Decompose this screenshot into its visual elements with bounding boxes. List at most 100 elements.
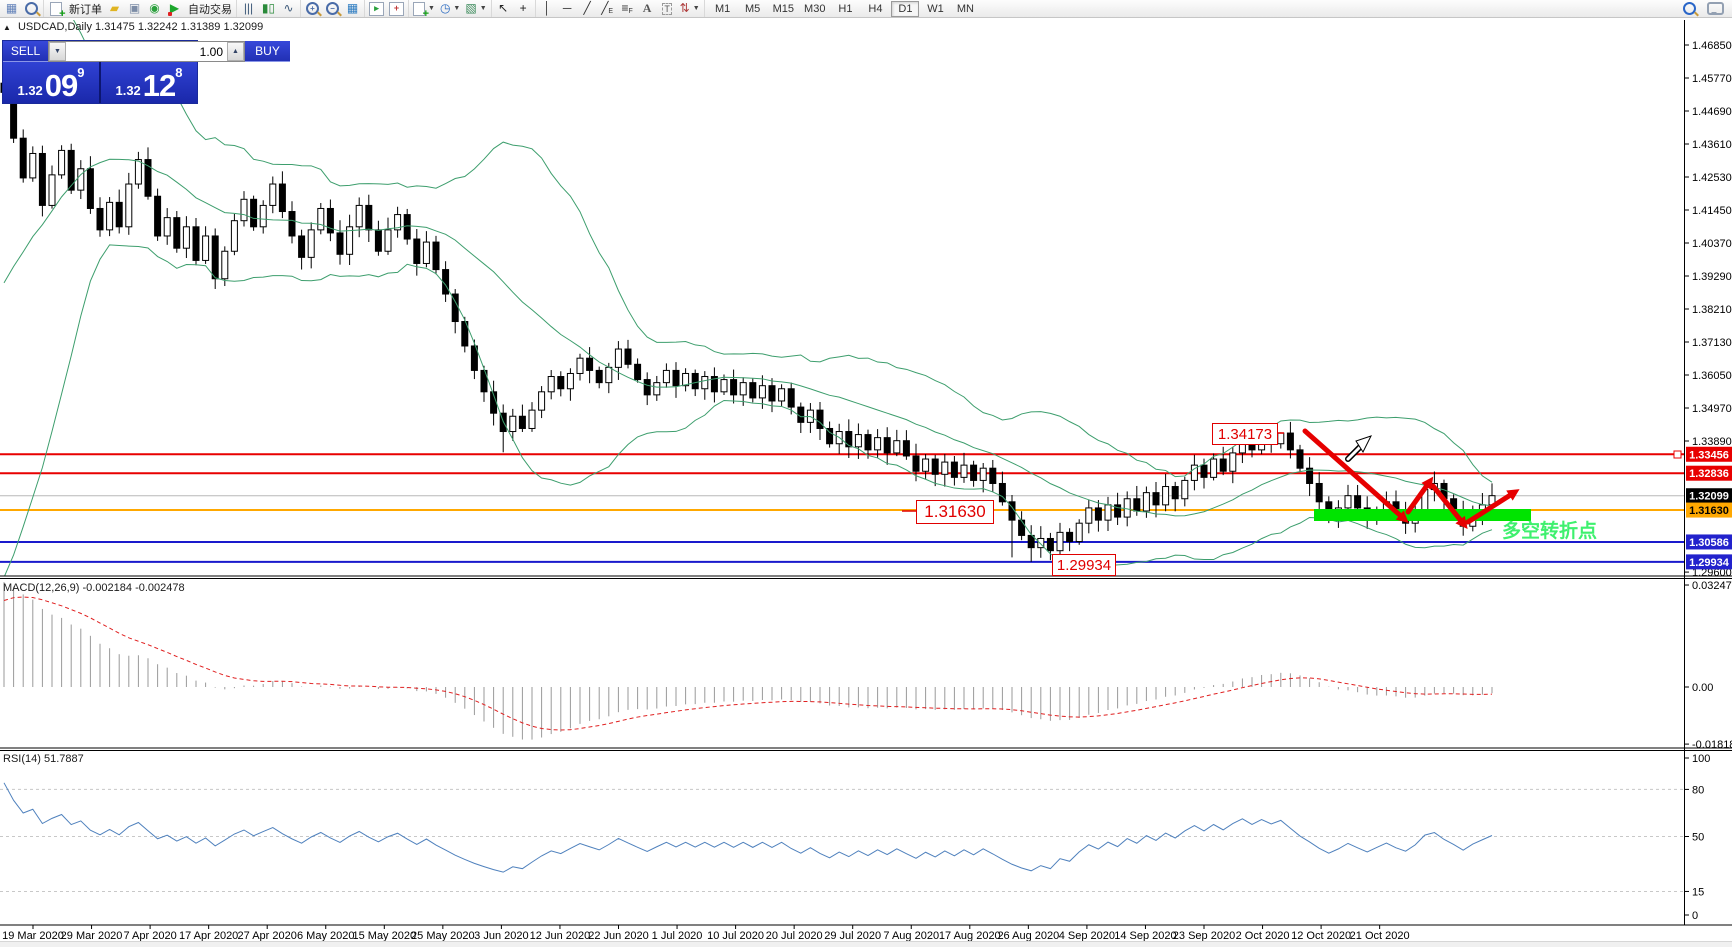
profiles-icon[interactable] bbox=[24, 1, 39, 16]
fibonacci-icon[interactable]: ≡F bbox=[620, 1, 635, 16]
new-chart-icon-glyph: ▦ bbox=[6, 1, 17, 16]
one-click-toggle-icon[interactable]: ▲ bbox=[3, 23, 11, 32]
chart-area[interactable]: 1.468501.457701.446901.436101.425301.414… bbox=[0, 0, 1732, 947]
candle-body bbox=[788, 389, 794, 407]
indicators-icon[interactable]: +▼ bbox=[413, 1, 435, 16]
text-label-icon[interactable]: T bbox=[660, 1, 675, 16]
timeframe-w1[interactable]: W1 bbox=[921, 1, 949, 17]
macd-tick-label: -0.018182 bbox=[1692, 739, 1732, 751]
arrows-tool-icon-dropdown-arrow[interactable]: ▼ bbox=[693, 5, 700, 12]
white-arrow-shaft[interactable] bbox=[1348, 446, 1361, 459]
trendline-icon-glyph: ╱ bbox=[584, 1, 591, 16]
price-tick-label: 1.43610 bbox=[1692, 139, 1732, 151]
volume-input[interactable] bbox=[66, 42, 227, 61]
timeframe-h4[interactable]: H4 bbox=[861, 1, 889, 17]
auto-scroll-icon[interactable]: ▸ bbox=[369, 1, 384, 16]
cursor-icon[interactable]: ↖ bbox=[496, 1, 511, 16]
candle-body bbox=[932, 459, 938, 474]
candle-body bbox=[231, 221, 237, 252]
templates-icon-glyph: ▧ bbox=[465, 1, 476, 16]
rsi-label: RSI(14) 51.7887 bbox=[3, 753, 84, 765]
turning-point-text[interactable]: 多空转折点 bbox=[1502, 516, 1597, 543]
zoom-out-icon-glyph: − bbox=[326, 2, 339, 15]
candle-body bbox=[164, 218, 170, 236]
chat-icon-glyph bbox=[1707, 2, 1724, 15]
timeframe-m15[interactable]: M15 bbox=[769, 1, 798, 17]
candle-body bbox=[1105, 505, 1111, 520]
search-icon[interactable] bbox=[1682, 1, 1697, 16]
tile-windows-icon[interactable]: ▦ bbox=[345, 1, 360, 16]
timeframe-mn[interactable]: MN bbox=[951, 1, 979, 17]
candle-body bbox=[1297, 450, 1303, 468]
equidistant-channel-icon-sub: E bbox=[608, 8, 613, 16]
candle-body bbox=[1019, 520, 1025, 535]
signals-icon[interactable]: ◉ bbox=[147, 1, 162, 16]
bar-chart-type-icon-glyph: ||| bbox=[244, 1, 253, 16]
toolbar-right bbox=[1682, 1, 1732, 16]
timeframe-toolbar: M1M5M15M30H1H4D1W1MN bbox=[705, 1, 984, 17]
bar-chart-type-icon[interactable]: ||| bbox=[241, 1, 256, 16]
autotrade-icon[interactable]: ▶ bbox=[167, 1, 182, 16]
support-zone-bar[interactable] bbox=[1314, 509, 1531, 521]
level-label-1-31630[interactable]: 1.31630 bbox=[916, 500, 994, 524]
buy-button[interactable]: BUY bbox=[245, 41, 290, 62]
main-toolbar: ▦+新订单▰▣◉▶自动交易|||▮▯∿+−▦▸++▼◷▼▧▼↖+│─╱╱E≡FA… bbox=[0, 0, 1732, 18]
sell-button[interactable]: SELL bbox=[3, 41, 48, 62]
toolbar-group: ▦ bbox=[0, 0, 44, 17]
volume-up-button[interactable]: ▲ bbox=[227, 42, 244, 61]
trade-ticket-icon-glyph: ▰ bbox=[110, 1, 119, 16]
toolbar-group: +▼◷▼▧▼ bbox=[409, 0, 492, 17]
indicators-icon-dropdown-arrow[interactable]: ▼ bbox=[428, 5, 435, 12]
level-label-1-29934[interactable]: 1.29934 bbox=[1052, 554, 1116, 576]
volume-down-button[interactable]: ▼ bbox=[49, 42, 66, 61]
timeframe-h1[interactable]: H1 bbox=[831, 1, 859, 17]
candle-body bbox=[135, 160, 141, 184]
candle-body bbox=[875, 438, 881, 450]
timeframe-m5[interactable]: M5 bbox=[739, 1, 767, 17]
timeframe-m30[interactable]: M30 bbox=[800, 1, 829, 17]
text-icon[interactable]: A bbox=[640, 1, 655, 16]
candle-body bbox=[78, 169, 84, 190]
market-icon[interactable]: ▣ bbox=[127, 1, 142, 16]
arrows-tool-icon[interactable]: ⇅▼ bbox=[680, 1, 700, 16]
templates-icon-dropdown-arrow[interactable]: ▼ bbox=[480, 5, 487, 12]
vertical-line-icon[interactable]: │ bbox=[540, 1, 555, 16]
fibonacci-icon-glyph: ≡ bbox=[621, 1, 628, 16]
candlestick-type-icon[interactable]: ▮▯ bbox=[261, 1, 276, 16]
periods-icon-dropdown-arrow[interactable]: ▼ bbox=[453, 5, 460, 12]
trendline-icon[interactable]: ╱ bbox=[580, 1, 595, 16]
candle-body bbox=[961, 465, 967, 477]
equidistant-channel-icon[interactable]: ╱E bbox=[600, 1, 615, 16]
trade-ticket-icon[interactable]: ▰ bbox=[107, 1, 122, 16]
zoom-out-icon[interactable]: − bbox=[325, 1, 340, 16]
chat-icon[interactable] bbox=[1707, 1, 1724, 16]
line-chart-type-icon-glyph: ∿ bbox=[283, 1, 293, 16]
crosshair-icon[interactable]: + bbox=[516, 1, 531, 16]
chart-shift-icon[interactable]: + bbox=[389, 1, 404, 16]
line-chart-type-icon[interactable]: ∿ bbox=[281, 1, 296, 16]
cursor-icon-glyph: ↖ bbox=[498, 1, 508, 16]
horizontal-line-icon[interactable]: ─ bbox=[560, 1, 575, 16]
templates-icon[interactable]: ▧▼ bbox=[465, 1, 486, 16]
timeframe-m1[interactable]: M1 bbox=[709, 1, 737, 17]
new-chart-icon[interactable]: ▦ bbox=[4, 1, 19, 16]
rsi-line bbox=[4, 783, 1492, 872]
tile-windows-icon-glyph: ▦ bbox=[347, 1, 358, 16]
new-order-icon[interactable]: + bbox=[48, 1, 63, 16]
timeframe-d1[interactable]: D1 bbox=[891, 1, 919, 17]
line-selection-handle[interactable] bbox=[1674, 451, 1681, 458]
periods-icon-glyph: ◷ bbox=[440, 1, 450, 16]
candle-body bbox=[1182, 480, 1188, 498]
candle-body bbox=[279, 184, 285, 212]
sell-price-button[interactable]: 1.32 09 9 bbox=[3, 62, 101, 103]
periods-icon[interactable]: ◷▼ bbox=[440, 1, 460, 16]
bollinger-band-m bbox=[4, 159, 1492, 516]
volume-spinner: ▼ ▲ bbox=[48, 41, 245, 62]
candle-body bbox=[990, 468, 996, 483]
auto-scroll-icon-glyph: ▸ bbox=[369, 2, 384, 16]
zoom-in-icon[interactable]: + bbox=[305, 1, 320, 16]
level-label-1-34173[interactable]: 1.34173 bbox=[1212, 423, 1278, 445]
buy-price-button[interactable]: 1.32 12 8 bbox=[101, 62, 197, 103]
main-plot bbox=[0, 0, 1684, 577]
candle-body bbox=[337, 233, 343, 254]
